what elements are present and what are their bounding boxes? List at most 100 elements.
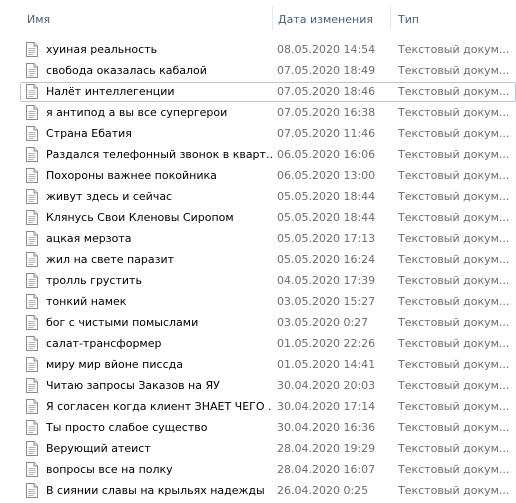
text-document-icon — [26, 273, 38, 288]
file-name: свобода оказалась кабалой — [46, 64, 207, 77]
text-document-icon — [26, 294, 38, 309]
file-name: Клянусь Свои Кленовы Сиропом — [46, 211, 234, 224]
file-type: Текстовый докум... — [398, 253, 510, 266]
file-type: Текстовый докум... — [398, 127, 510, 140]
file-name: Читаю запросы Заказов на ЯУ — [46, 379, 220, 392]
file-name: бог с чистыми помыслами — [46, 316, 199, 329]
column-header-name[interactable]: Имя — [20, 0, 272, 38]
file-row[interactable]: Ты просто слабое существо 30.04.2020 16:3… — [20, 418, 516, 438]
file-row[interactable]: Читаю запросы Заказов на ЯУ 30.04.2020 20… — [20, 376, 516, 396]
file-date-modified: 07.05.2020 11:46 — [277, 127, 376, 140]
file-type: Текстовый докум... — [398, 358, 510, 371]
file-row[interactable]: ацкая мерзота 05.05.2020 17:13 Текстовый д… — [20, 229, 516, 249]
file-date-modified: 04.05.2020 17:39 — [277, 274, 376, 287]
column-header-type[interactable]: Тип — [390, 0, 516, 38]
file-name: тролль грустить — [46, 274, 142, 287]
text-document-icon — [26, 189, 38, 204]
file-row[interactable]: Верующий атеист 28.04.2020 19:29 Текстовый… — [20, 439, 516, 459]
text-document-icon — [26, 63, 38, 78]
text-document-icon — [26, 126, 38, 141]
file-name: Похороны важнее покойника — [46, 169, 217, 182]
text-document-icon — [26, 231, 38, 246]
column-header-bar: Имя Дата изменения Тип — [0, 0, 516, 38]
text-document-icon — [26, 399, 38, 414]
file-type: Текстовый докум... — [398, 484, 510, 497]
file-name: Я согласен когда клиент ЗНАЕТ ЧЕГО ... — [46, 400, 272, 413]
text-document-icon — [26, 42, 38, 57]
file-date-modified: 28.04.2020 19:29 — [277, 442, 376, 455]
file-name: хуиная реальность — [46, 43, 158, 56]
file-date-modified: 05.05.2020 17:13 — [277, 232, 376, 245]
file-name: миру мир вйоне писсда — [46, 358, 183, 371]
file-type: Текстовый докум... — [398, 316, 510, 329]
file-type: Текстовый докум... — [398, 43, 510, 56]
text-document-icon — [26, 462, 38, 477]
file-type: Текстовый докум... — [398, 148, 510, 161]
file-date-modified: 28.04.2020 16:07 — [277, 463, 376, 476]
file-row[interactable]: жил на свете паразит 05.05.2020 16:24 Текс… — [20, 250, 516, 270]
text-document-icon — [26, 105, 38, 120]
file-name: Ты просто слабое существо — [46, 421, 208, 434]
file-date-modified: 07.05.2020 16:38 — [277, 106, 376, 119]
file-type: Текстовый докум... — [398, 64, 510, 77]
file-name: тонкий намек — [46, 295, 127, 308]
file-row[interactable]: хуиная реальность 08.05.2020 14:54 Текстов… — [20, 40, 516, 60]
file-type: Текстовый докум... — [398, 337, 510, 350]
text-document-icon — [26, 147, 38, 162]
file-row[interactable]: салат-трансформер 01.05.2020 22:26 Текстов… — [20, 334, 516, 354]
file-date-modified: 05.05.2020 18:44 — [277, 190, 376, 203]
file-name: Налёт интеллегенции — [46, 85, 175, 98]
column-header-date-modified[interactable]: Дата изменения — [272, 0, 390, 38]
file-row[interactable]: вопросы все на полку 28.04.2020 16:07 Текс… — [20, 460, 516, 480]
file-row[interactable]: живут здесь и сейчас 05.05.2020 18:44 Текс… — [20, 187, 516, 207]
file-date-modified: 30.04.2020 20:03 — [277, 379, 376, 392]
file-date-modified: 26.04.2020 0:25 — [277, 484, 369, 497]
text-document-icon — [26, 252, 38, 267]
file-type: Текстовый докум... — [398, 232, 510, 245]
file-date-modified: 07.05.2020 18:46 — [277, 85, 376, 98]
file-type: Текстовый докум... — [398, 463, 510, 476]
file-row[interactable]: Страна Ебатия 07.05.2020 11:46 Текстовый д… — [20, 124, 516, 144]
file-name: живут здесь и сейчас — [46, 190, 173, 203]
file-row[interactable]: свобода оказалась кабалой 07.05.2020 18:4… — [20, 61, 516, 81]
file-row[interactable]: бог с чистыми помыслами 03.05.2020 0:27 Те… — [20, 313, 516, 333]
file-date-modified: 07.05.2020 18:49 — [277, 64, 376, 77]
file-type: Текстовый докум... — [398, 274, 510, 287]
text-document-icon — [26, 168, 38, 183]
file-row[interactable]: тролль грустить 04.05.2020 17:39 Текстовый… — [20, 271, 516, 291]
file-row[interactable]: Клянусь Свои Кленовы Сиропом 05.05.2020 1… — [20, 208, 516, 228]
file-type: Текстовый докум... — [398, 190, 510, 203]
file-date-modified: 06.05.2020 16:06 — [277, 148, 376, 161]
file-row[interactable]: Я согласен когда клиент ЗНАЕТ ЧЕГО ... 30… — [20, 397, 516, 417]
file-row[interactable]: я антипод а вы все супергерои 07.05.2020 … — [20, 103, 516, 123]
file-type: Текстовый докум... — [398, 295, 510, 308]
text-document-icon — [26, 420, 38, 435]
text-document-icon — [26, 378, 38, 393]
text-document-icon — [26, 441, 38, 456]
file-name: жил на свете паразит — [46, 253, 175, 266]
file-date-modified: 06.05.2020 13:00 — [277, 169, 376, 182]
file-name: В сиянии славы на крыльях надежды — [46, 484, 265, 497]
file-type: Текстовый докум... — [398, 211, 510, 224]
text-document-icon — [26, 483, 38, 498]
file-row[interactable]: миру мир вйоне писсда 01.05.2020 14:41 Тек… — [20, 355, 516, 375]
file-date-modified: 05.05.2020 18:44 — [277, 211, 376, 224]
file-date-modified: 03.05.2020 15:27 — [277, 295, 376, 308]
file-date-modified: 30.04.2020 16:36 — [277, 421, 376, 434]
text-document-icon — [26, 336, 38, 351]
file-row-selected[interactable]: Налёт интеллегенции 07.05.2020 18:46 Текст… — [20, 82, 516, 102]
file-row[interactable]: В сиянии славы на крыльях надежды 26.04.2… — [20, 481, 516, 501]
file-name: я антипод а вы все супергерои — [46, 106, 228, 119]
file-row[interactable]: тонкий намек 03.05.2020 15:27 Текстовый до… — [20, 292, 516, 312]
file-type: Текстовый докум... — [398, 85, 510, 98]
file-row[interactable]: Похороны важнее покойника 06.05.2020 13:0… — [20, 166, 516, 186]
file-type: Текстовый докум... — [398, 106, 510, 119]
file-type: Текстовый докум... — [398, 379, 510, 392]
file-date-modified: 01.05.2020 14:41 — [277, 358, 376, 371]
file-type: Текстовый докум... — [398, 421, 510, 434]
file-date-modified: 01.05.2020 22:26 — [277, 337, 376, 350]
file-date-modified: 05.05.2020 16:24 — [277, 253, 376, 266]
file-row[interactable]: Раздался телефонный звонок в кварт... 06.… — [20, 145, 516, 165]
file-name: салат-трансформер — [46, 337, 162, 350]
file-name: вопросы все на полку — [46, 463, 173, 476]
